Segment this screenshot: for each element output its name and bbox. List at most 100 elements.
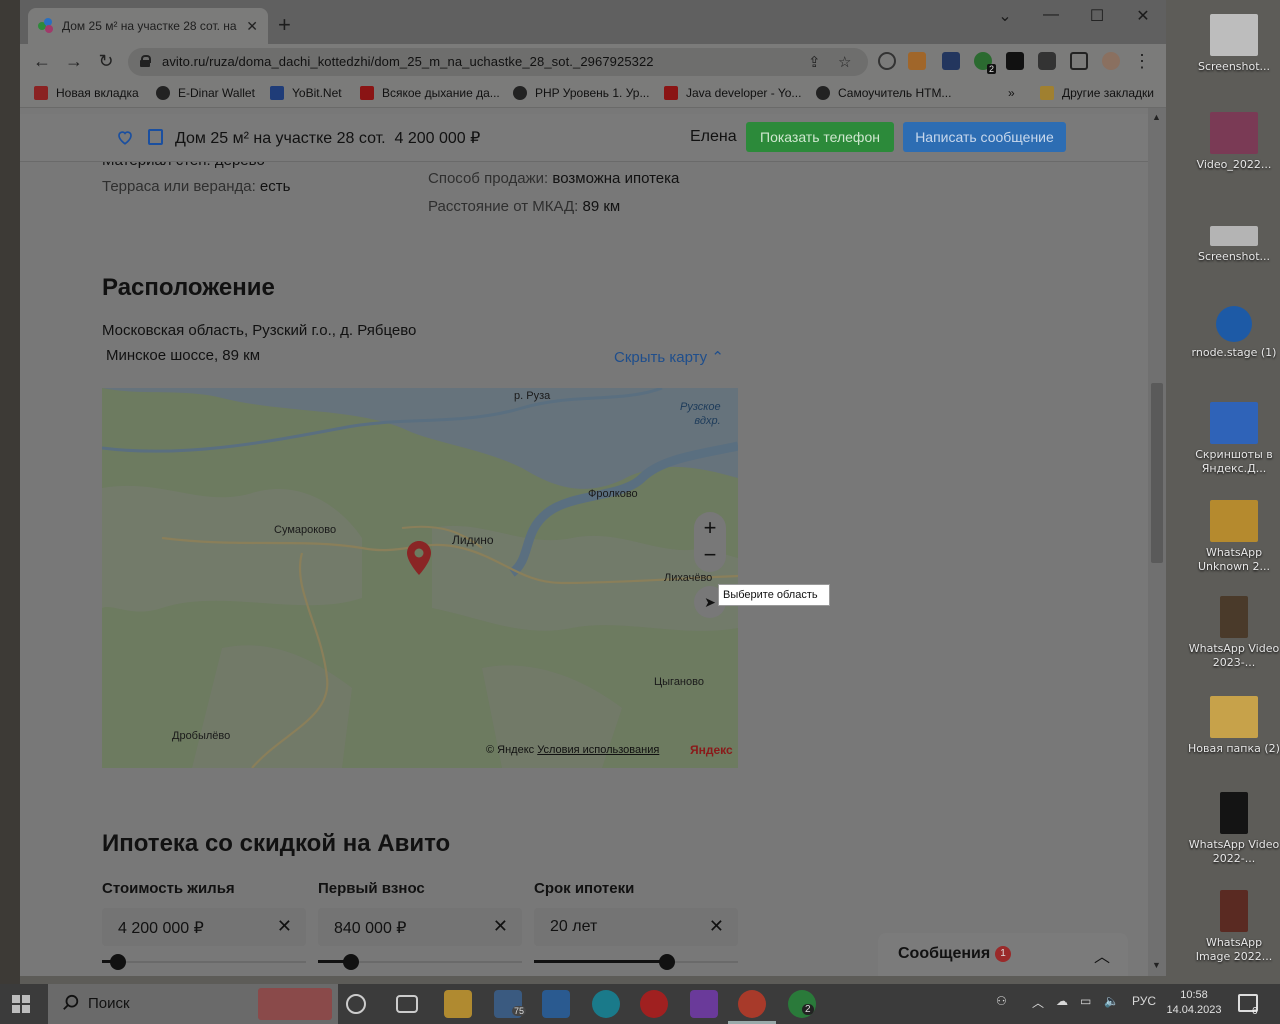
bookmark-item[interactable]: Новая вкладка xyxy=(34,86,139,100)
file-thumbnail-icon xyxy=(1210,226,1258,246)
yandex-browser-icon[interactable] xyxy=(640,990,668,1018)
seller-name[interactable]: Елена xyxy=(690,128,737,146)
clock[interactable]: 10:58 14.04.2023 xyxy=(1164,988,1224,1018)
tray-chevron-up-icon[interactable]: ︿ xyxy=(1032,994,1044,1011)
scroll-thumb[interactable] xyxy=(1151,383,1163,563)
favorite-heart-icon[interactable] xyxy=(116,128,134,146)
property-terrace: Терраса или веранда: есть xyxy=(102,178,291,195)
folder-icon xyxy=(1040,86,1054,100)
taskbar-search[interactable]: Поиск xyxy=(48,984,338,1024)
whatsapp-icon[interactable]: 2 xyxy=(788,990,816,1018)
forward-arrow-icon[interactable]: → xyxy=(60,51,88,72)
edge-icon[interactable] xyxy=(592,990,620,1018)
browser-window: Дом 25 м² на участке 28 сот. на ✕ + ⌄ — … xyxy=(20,0,1166,976)
store-icon[interactable] xyxy=(542,990,570,1018)
bookmark-star-icon[interactable]: ☆ xyxy=(838,53,851,71)
scroll-down-arrow-icon[interactable]: ▼ xyxy=(1152,960,1161,970)
people-icon[interactable]: ⚇ xyxy=(996,994,1007,1008)
address-bar[interactable]: avito.ru/ruza/doma_dachi_kottedzhi/dom_2… xyxy=(128,48,868,76)
map-pin-icon[interactable] xyxy=(406,540,432,576)
yandex-logo[interactable]: Яндекс xyxy=(690,743,733,757)
scroll-up-arrow-icon[interactable]: ▲ xyxy=(1152,112,1161,122)
location-map[interactable]: р. Руза Рузское вдхр. Фролково Сумароково… xyxy=(102,388,738,768)
kebab-menu-icon[interactable]: ⋮ xyxy=(1128,51,1156,72)
extension-badge-icon[interactable]: 2 xyxy=(974,52,996,74)
vpn-extension-icon[interactable] xyxy=(942,52,960,70)
minimize-button[interactable]: — xyxy=(1028,6,1074,24)
maximize-button[interactable]: ☐ xyxy=(1074,6,1120,26)
map-terms-link[interactable]: Условия использования xyxy=(537,744,659,756)
hide-map-link[interactable]: Скрыть карту ⌃ xyxy=(614,348,724,366)
zoom-in-button[interactable]: + xyxy=(694,514,726,542)
map-label-drobylevo: Дробылёво xyxy=(172,730,231,742)
bookmark-item[interactable]: PHP Уровень 1. Ур... xyxy=(513,86,649,100)
desktop-icon-screenshot-2[interactable]: Screenshot... xyxy=(1188,226,1280,264)
profile-avatar[interactable] xyxy=(1102,52,1120,70)
bookmark-item[interactable]: Самоучитель HTM... xyxy=(816,86,951,100)
desktop-icon-new-folder[interactable]: Новая папка (2) xyxy=(1188,696,1280,756)
desktop-icon-whatsapp-video-2023[interactable]: WhatsApp Video 2023-... xyxy=(1188,596,1280,670)
clear-down-payment-icon[interactable]: ✕ xyxy=(493,916,508,937)
chrome-icon[interactable] xyxy=(738,990,766,1018)
desktop-icon-whatsapp-unknown[interactable]: WhatsApp Unknown 2... xyxy=(1188,500,1280,574)
tab-active[interactable]: Дом 25 м² на участке 28 сот. на ✕ xyxy=(28,8,268,44)
reload-icon[interactable]: ↻ xyxy=(92,51,120,72)
dice-extension-icon[interactable] xyxy=(1006,52,1024,70)
new-tab-button[interactable]: + xyxy=(278,14,291,36)
desktop-icon-label: Screenshot... xyxy=(1197,250,1271,263)
zoom-out-button[interactable]: − xyxy=(694,542,726,570)
write-message-button[interactable]: Написать сообщение xyxy=(903,122,1066,152)
mail-badge: 75 xyxy=(512,1006,527,1016)
share-icon[interactable]: ⇪ xyxy=(808,53,821,71)
file-explorer-icon[interactable] xyxy=(444,990,472,1018)
lock-icon xyxy=(140,55,151,67)
bookmark-item[interactable]: Всякое дыхание да... xyxy=(360,86,500,100)
page-scrollbar[interactable]: ▲ ▼ xyxy=(1148,108,1166,976)
bookmarks-overflow-button[interactable]: » xyxy=(1008,86,1015,100)
map-label-ruza: р. Руза xyxy=(514,390,551,402)
task-view-icon[interactable] xyxy=(396,995,418,1013)
side-panel-icon[interactable] xyxy=(1070,52,1088,70)
app-gem-icon[interactable] xyxy=(690,990,718,1018)
desktop-icon-label: WhatsApp Unknown 2... xyxy=(1197,546,1271,573)
volume-icon[interactable]: 🔈 xyxy=(1104,994,1119,1008)
price-slider-track[interactable] xyxy=(102,961,306,963)
windows-start-icon[interactable] xyxy=(12,995,30,1013)
desktop-icon-yandex-screenshots[interactable]: Скриншоты в Яндекс.Д... xyxy=(1188,402,1280,476)
desktop-icon-rnode[interactable]: rnode.stage (1) xyxy=(1188,306,1280,360)
back-arrow-icon[interactable]: ← xyxy=(28,51,56,72)
term-input[interactable]: 20 лет ✕ xyxy=(534,908,738,946)
network-icon[interactable]: ▭ xyxy=(1080,994,1091,1008)
messages-widget[interactable]: Сообщения 1 ︿ xyxy=(878,933,1128,976)
mail-icon[interactable]: 75 xyxy=(494,990,527,1018)
bookmark-item[interactable]: E-Dinar Wallet xyxy=(156,86,255,100)
clear-term-icon[interactable]: ✕ xyxy=(709,916,724,937)
cortana-icon[interactable] xyxy=(346,994,366,1014)
desktop-icon-screenshot-1[interactable]: Screenshot... xyxy=(1188,14,1280,74)
price-slider-handle[interactable] xyxy=(110,954,126,970)
metamask-fox-icon[interactable] xyxy=(908,52,926,70)
down-payment-input[interactable]: 840 000 ₽ ✕ xyxy=(318,908,522,946)
cloud-icon[interactable]: ☁ xyxy=(1056,994,1068,1008)
show-phone-button[interactable]: Показать телефон xyxy=(746,122,894,152)
bookmark-item[interactable]: YoBit.Net xyxy=(270,86,342,100)
desktop-icon-whatsapp-video-2022[interactable]: WhatsApp Video 2022-... xyxy=(1188,792,1280,866)
tab-search-button[interactable]: ⌄ xyxy=(982,6,1028,26)
puzzle-extensions-icon[interactable] xyxy=(1038,52,1056,70)
bookmark-item[interactable]: Java developer - Yo... xyxy=(664,86,801,100)
down-payment-slider-handle[interactable] xyxy=(343,954,359,970)
down-payment-value: 840 000 ₽ xyxy=(334,920,407,937)
desktop-icon-whatsapp-image[interactable]: WhatsApp Image 2022... xyxy=(1188,890,1280,964)
note-icon[interactable] xyxy=(148,129,163,145)
other-bookmarks[interactable]: Другие закладки xyxy=(1040,86,1154,100)
desktop-icon-video-1[interactable]: Video_2022... xyxy=(1188,112,1280,172)
tab-close-icon[interactable]: ✕ xyxy=(246,18,258,35)
price-input[interactable]: 4 200 000 ₽ ✕ xyxy=(102,908,306,946)
map-copyright: © Яндекс Условия использования xyxy=(486,744,660,756)
globe-extension-icon[interactable] xyxy=(878,52,896,70)
clear-price-icon[interactable]: ✕ xyxy=(277,916,292,937)
close-window-button[interactable]: ✕ xyxy=(1120,6,1166,26)
chevron-up-icon[interactable]: ︿ xyxy=(1094,943,1110,967)
term-slider-handle[interactable] xyxy=(659,954,675,970)
language-indicator[interactable]: РУС xyxy=(1132,994,1156,1008)
